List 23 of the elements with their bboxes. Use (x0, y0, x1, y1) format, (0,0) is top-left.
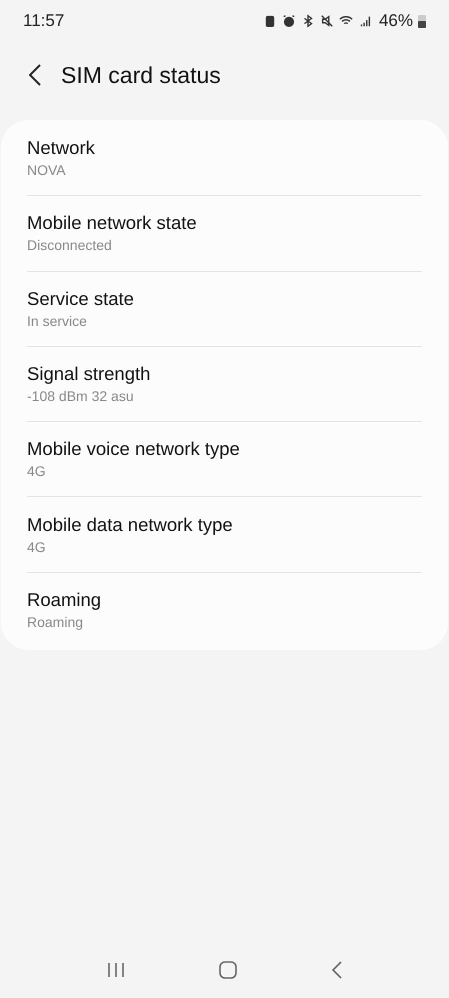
home-button[interactable] (219, 961, 238, 979)
status-time: 11:57 (23, 10, 64, 32)
setting-title: Mobile network state (27, 211, 198, 236)
battery-percent: 46% (378, 10, 413, 32)
alarm-icon (282, 14, 296, 28)
setting-title: Mobile data network type (27, 512, 234, 537)
battery-icon (418, 14, 426, 28)
recent-apps-button[interactable] (107, 962, 126, 978)
setting-value: Roaming (27, 613, 84, 632)
setting-title: Network (27, 136, 96, 160)
mute-icon (320, 14, 334, 28)
setting-value: -108 dBm 32 asu (27, 387, 135, 406)
setting-title: Mobile voice network type (27, 437, 241, 462)
setting-title: Signal strength (27, 362, 152, 386)
setting-title: Service state (27, 286, 135, 311)
setting-value: NOVA (27, 161, 67, 180)
page-title: SIM card status (61, 60, 221, 90)
setting-value: In service (27, 312, 88, 331)
setting-value: 4G (27, 538, 47, 557)
setting-value: Disconnected (27, 236, 113, 256)
back-nav-button[interactable] (332, 961, 342, 979)
setting-value: 4G (27, 462, 47, 482)
setting-title: Roaming (27, 588, 102, 612)
